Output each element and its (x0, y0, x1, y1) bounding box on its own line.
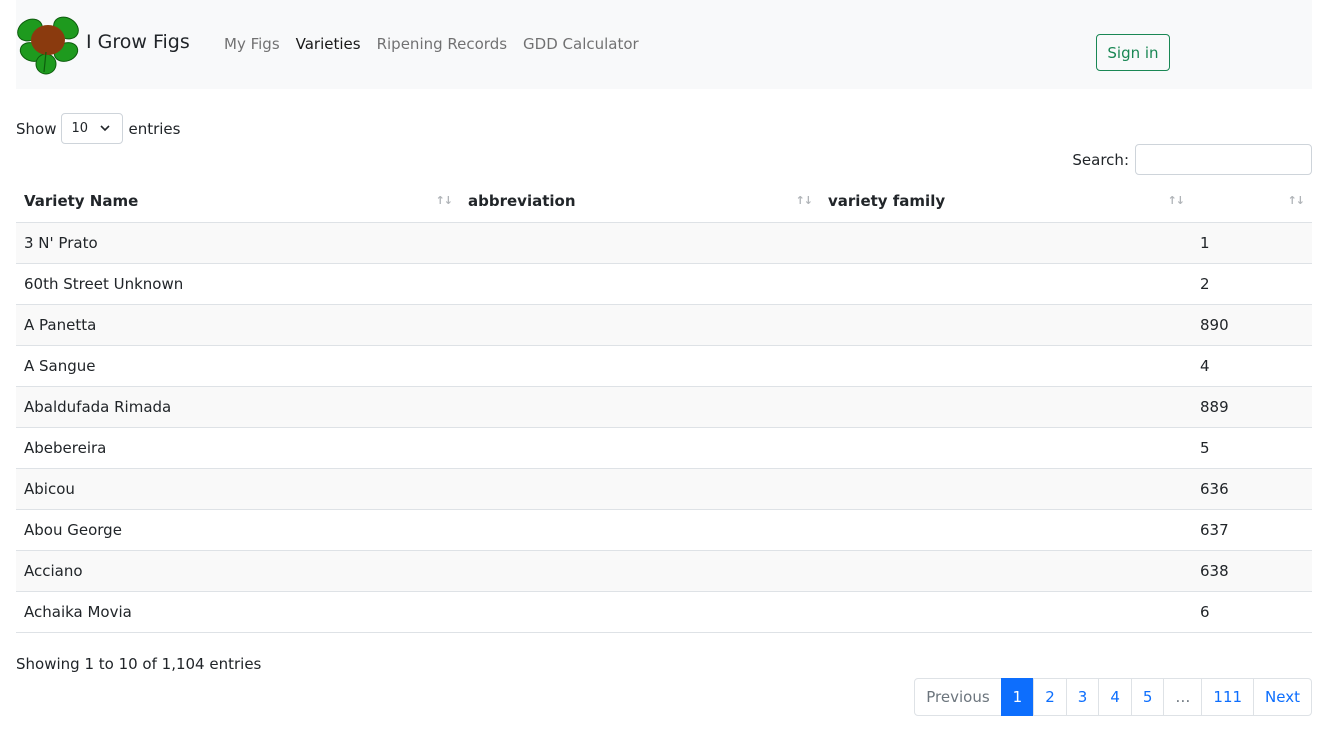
abbreviation-cell (460, 263, 820, 305)
chevron-down-icon (100, 125, 111, 132)
variety-name-cell: 60th Street Unknown (16, 263, 460, 305)
variety-family-cell (820, 550, 1192, 592)
column-header-label: variety family (828, 192, 946, 211)
table-row: Abaldufada Rimada 889 (16, 386, 1312, 428)
nav-link-my-figs[interactable]: My Figs (224, 35, 280, 53)
length-prefix-label: Show (16, 119, 57, 138)
pagination-ellipsis: … (1163, 678, 1203, 716)
table-info: Showing 1 to 10 of 1,104 entries (16, 655, 262, 673)
table-row: Achaika Movia 6 (16, 591, 1312, 633)
id-cell: 4 (1192, 345, 1312, 387)
abbreviation-cell (460, 304, 820, 346)
variety-name-cell: 3 N' Prato (16, 222, 460, 264)
abbreviation-cell (460, 345, 820, 387)
abbreviation-cell (460, 427, 820, 469)
abbreviation-cell (460, 591, 820, 633)
entries-per-page-select[interactable]: 10 (61, 113, 124, 144)
pagination-page-4[interactable]: 4 (1098, 678, 1132, 716)
navbar: I Grow Figs My Figs Varieties Ripening Rec… (16, 0, 1312, 89)
id-cell: 890 (1192, 304, 1312, 346)
table-body: 3 N' Prato 1 60th Street Unknown 2 A Panetta… (16, 222, 1312, 633)
column-header-variety-family[interactable]: variety family ↑↓ (820, 181, 1192, 223)
pagination-previous-button[interactable]: Previous (914, 678, 1002, 716)
table-search: Search: (1072, 144, 1312, 175)
abbreviation-cell (460, 222, 820, 264)
id-cell: 637 (1192, 509, 1312, 551)
variety-name-cell: Abou George (16, 509, 460, 551)
search-input[interactable] (1135, 144, 1312, 175)
pagination-page-3[interactable]: 3 (1065, 678, 1100, 716)
variety-name-cell: Abicou (16, 468, 460, 510)
variety-family-cell (820, 345, 1192, 387)
sort-arrows-icon: ↑↓ (1167, 194, 1185, 207)
column-header-variety-name[interactable]: Variety Name ↑↓ (16, 181, 460, 223)
variety-name-cell: Abaldufada Rimada (16, 386, 460, 428)
table-row: Abicou 636 (16, 468, 1312, 510)
abbreviation-cell (460, 550, 820, 592)
id-cell: 1 (1192, 222, 1312, 264)
nav-link-gdd-calculator[interactable]: GDD Calculator (523, 35, 639, 53)
pagination-page-5[interactable]: 5 (1130, 678, 1165, 716)
pagination-page-2[interactable]: 2 (1033, 678, 1067, 716)
sign-in-button[interactable]: Sign in (1096, 34, 1170, 71)
variety-family-cell (820, 386, 1192, 428)
fig-logo-icon[interactable] (16, 10, 82, 76)
id-cell: 2 (1192, 263, 1312, 305)
sort-arrows-icon: ↑↓ (1287, 194, 1305, 207)
id-cell: 636 (1192, 468, 1312, 510)
variety-name-cell: Acciano (16, 550, 460, 592)
column-header-label: Variety Name (24, 192, 139, 211)
variety-name-cell: A Sangue (16, 345, 460, 387)
variety-name-cell: Achaika Movia (16, 591, 460, 633)
variety-family-cell (820, 222, 1192, 264)
variety-family-cell (820, 427, 1192, 469)
table-row: 60th Street Unknown 2 (16, 263, 1312, 305)
pagination-page-1[interactable]: 1 (1000, 678, 1035, 716)
variety-family-cell (820, 263, 1192, 305)
variety-family-cell (820, 509, 1192, 551)
id-cell: 889 (1192, 386, 1312, 428)
table-row: A Sangue 4 (16, 345, 1312, 387)
nav-link-varieties[interactable]: Varieties (296, 35, 361, 53)
pagination-next-button[interactable]: Next (1253, 678, 1312, 716)
variety-family-cell (820, 591, 1192, 633)
column-header-abbreviation[interactable]: abbreviation ↑↓ (460, 181, 820, 223)
column-header-label: abbreviation (468, 192, 576, 211)
entries-per-page-value: 10 (71, 121, 89, 136)
table-row: Abou George 637 (16, 509, 1312, 551)
variety-name-cell: Abebereira (16, 427, 460, 469)
sort-arrows-icon: ↑↓ (435, 194, 453, 207)
id-cell: 638 (1192, 550, 1312, 592)
variety-family-cell (820, 468, 1192, 510)
length-suffix-label: entries (128, 119, 181, 138)
sort-arrows-icon: ↑↓ (795, 194, 813, 207)
id-cell: 6 (1192, 591, 1312, 633)
id-cell: 5 (1192, 427, 1312, 469)
entries-length-control: Show 10 entries (16, 113, 180, 144)
nav-links: My Figs Varieties Ripening Records GDD Calc… (224, 35, 639, 53)
pagination: Previous 1 2 3 4 5… 111 Next (914, 678, 1312, 716)
column-header-unnamed[interactable]: ↑↓ (1192, 181, 1312, 223)
table-row: Acciano 638 (16, 550, 1312, 592)
nav-link-ripening-records[interactable]: Ripening Records (377, 35, 507, 53)
table-row: 3 N' Prato 1 (16, 222, 1312, 264)
abbreviation-cell (460, 386, 820, 428)
table-row: A Panetta 890 (16, 304, 1312, 346)
abbreviation-cell (460, 468, 820, 510)
varieties-table: Variety Name ↑↓ abbreviation ↑↓ variety fami… (16, 181, 1312, 633)
table-header-row: Variety Name ↑↓ abbreviation ↑↓ variety fami… (16, 181, 1312, 223)
search-label: Search: (1072, 150, 1129, 169)
table-row: Abebereira 5 (16, 427, 1312, 469)
variety-family-cell (820, 304, 1192, 346)
pagination-page-111[interactable]: 111 (1201, 678, 1255, 716)
brand-title[interactable]: I Grow Figs (86, 31, 190, 53)
abbreviation-cell (460, 509, 820, 551)
variety-name-cell: A Panetta (16, 304, 460, 346)
